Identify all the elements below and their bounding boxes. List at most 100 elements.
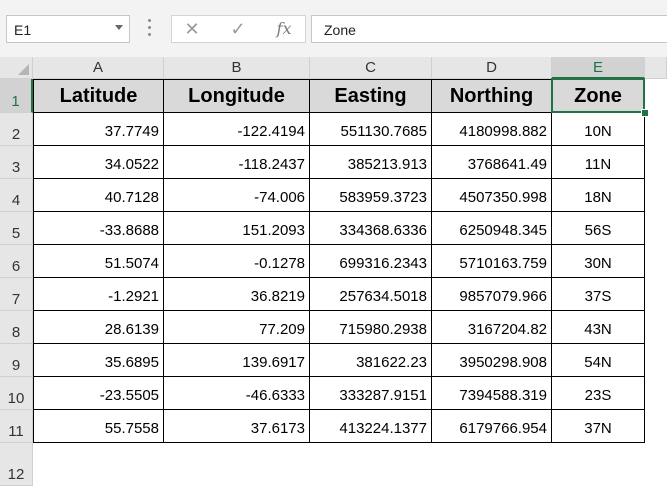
cell-d10[interactable]: 7394588.319 (432, 377, 552, 410)
cell-c5[interactable]: 334368.6336 (310, 212, 432, 245)
cell-e3[interactable]: 11N (552, 146, 645, 179)
cell-c9[interactable]: 381622.23 (310, 344, 432, 377)
cell-value: 7394588.319 (459, 387, 547, 404)
row-header-5[interactable]: 5 (0, 212, 33, 245)
cell-a11[interactable]: 55.7558 (33, 410, 164, 443)
cell-c4[interactable]: 583959.3723 (310, 179, 432, 212)
cell-b5[interactable]: 151.2093 (164, 212, 310, 245)
row-number: 4 (11, 192, 21, 209)
cell-value: 699316.2343 (339, 255, 427, 272)
row-number: 1 (11, 93, 20, 110)
row-header-10[interactable]: 10 (0, 377, 33, 410)
cell-value: 56S (584, 222, 612, 239)
row-header-6[interactable]: 6 (0, 245, 33, 278)
cell-e6[interactable]: 30N (552, 245, 645, 278)
cell-a5[interactable]: -33.8688 (33, 212, 164, 245)
row-number: 9 (11, 357, 21, 374)
cell-b10[interactable]: -46.6333 (164, 377, 310, 410)
cell-b2[interactable]: -122.4194 (164, 113, 310, 146)
cell-value: 3768641.49 (467, 156, 547, 173)
cell-a8[interactable]: 28.6139 (33, 311, 164, 344)
cell-e1[interactable]: Zone (552, 79, 645, 113)
cell-d3[interactable]: 3768641.49 (432, 146, 552, 179)
cell-value: 37.7749 (104, 123, 159, 140)
cell-b6[interactable]: -0.1278 (164, 245, 310, 278)
row-header-1[interactable]: 1 (0, 79, 33, 113)
cell-c2[interactable]: 551130.7685 (310, 113, 432, 146)
cell-b1[interactable]: Longitude (164, 79, 310, 113)
cell-a9[interactable]: 35.6895 (33, 344, 164, 377)
cell-c1[interactable]: Easting (310, 79, 432, 113)
cell-c6[interactable]: 699316.2343 (310, 245, 432, 278)
cell-b9[interactable]: 139.6917 (164, 344, 310, 377)
row-header-3[interactable]: 3 (0, 146, 33, 179)
cell-c3[interactable]: 385213.913 (310, 146, 432, 179)
cell-e5[interactable]: 56S (552, 212, 645, 245)
fill-handle[interactable] (641, 109, 649, 117)
cell-b7[interactable]: 36.8219 (164, 278, 310, 311)
cell-a3[interactable]: 34.0522 (33, 146, 164, 179)
check-icon[interactable]: ✓ (224, 18, 252, 40)
select-all-button[interactable] (0, 57, 33, 79)
row-header-12[interactable]: 12 (0, 443, 33, 486)
row-header-4[interactable]: 4 (0, 179, 33, 212)
cell-a2[interactable]: 37.7749 (33, 113, 164, 146)
cell-e10[interactable]: 23S (552, 377, 645, 410)
column-header-c[interactable]: C (310, 57, 432, 79)
row-number: 12 (7, 466, 25, 483)
insert-function-icon[interactable]: fx (270, 18, 298, 40)
close-icon[interactable]: ✕ (178, 18, 206, 40)
formula-buttons: ✕ ✓ fx (171, 15, 306, 43)
cell-value: 4507350.998 (459, 189, 547, 206)
column-header-d[interactable]: D (432, 57, 552, 79)
cell-a1[interactable]: Latitude (33, 79, 164, 113)
cell-d5[interactable]: 6250948.345 (432, 212, 552, 245)
formula-input[interactable]: Zone (311, 15, 667, 43)
cell-d7[interactable]: 9857079.966 (432, 278, 552, 311)
cell-e11[interactable]: 37N (552, 410, 645, 443)
cell-b8[interactable]: 77.209 (164, 311, 310, 344)
cell-b4[interactable]: -74.006 (164, 179, 310, 212)
cell-c10[interactable]: 333287.9151 (310, 377, 432, 410)
cell-d8[interactable]: 3167204.82 (432, 311, 552, 344)
cell-d4[interactable]: 4507350.998 (432, 179, 552, 212)
cell-a10[interactable]: -23.5505 (33, 377, 164, 410)
cell-c8[interactable]: 715980.2938 (310, 311, 432, 344)
cell-value: 30N (584, 255, 612, 272)
cell-value: 583959.3723 (339, 189, 427, 206)
cell-d1[interactable]: Northing (432, 79, 552, 113)
cell-a4[interactable]: 40.7128 (33, 179, 164, 212)
column-header-a[interactable]: A (33, 57, 164, 79)
cell-e4[interactable]: 18N (552, 179, 645, 212)
cell-d11[interactable]: 6179766.954 (432, 410, 552, 443)
cell-d9[interactable]: 3950298.908 (432, 344, 552, 377)
cell-c7[interactable]: 257634.5018 (310, 278, 432, 311)
more-options-icon[interactable] (148, 19, 152, 39)
cell-value: 37N (584, 420, 612, 437)
cell-c11[interactable]: 413224.1377 (310, 410, 432, 443)
cell-b11[interactable]: 37.6173 (164, 410, 310, 443)
cell-a7[interactable]: -1.2921 (33, 278, 164, 311)
cell-d6[interactable]: 5710163.759 (432, 245, 552, 278)
cell-value: 10N (584, 123, 612, 140)
cell-e8[interactable]: 43N (552, 311, 645, 344)
name-box[interactable]: E1 (6, 15, 130, 43)
cell-value: 413224.1377 (339, 420, 427, 437)
cell-b3[interactable]: -118.2437 (164, 146, 310, 179)
column-header-e[interactable]: E (552, 57, 645, 79)
cell-e9[interactable]: 54N (552, 344, 645, 377)
cell-a6[interactable]: 51.5074 (33, 245, 164, 278)
row-header-9[interactable]: 9 (0, 344, 33, 377)
cell-d2[interactable]: 4180998.882 (432, 113, 552, 146)
chevron-down-icon[interactable] (115, 25, 123, 30)
cell-value: -122.4194 (237, 123, 305, 140)
cell-e7[interactable]: 37S (552, 278, 645, 311)
column-header-b[interactable]: B (164, 57, 310, 79)
row-header-11[interactable]: 11 (0, 410, 33, 443)
name-box-value: E1 (14, 22, 32, 38)
cell-e2[interactable]: 10N (552, 113, 645, 146)
row-header-2[interactable]: 2 (0, 113, 33, 146)
column-heading: Latitude (59, 85, 138, 107)
row-header-8[interactable]: 8 (0, 311, 33, 344)
row-header-7[interactable]: 7 (0, 278, 33, 311)
